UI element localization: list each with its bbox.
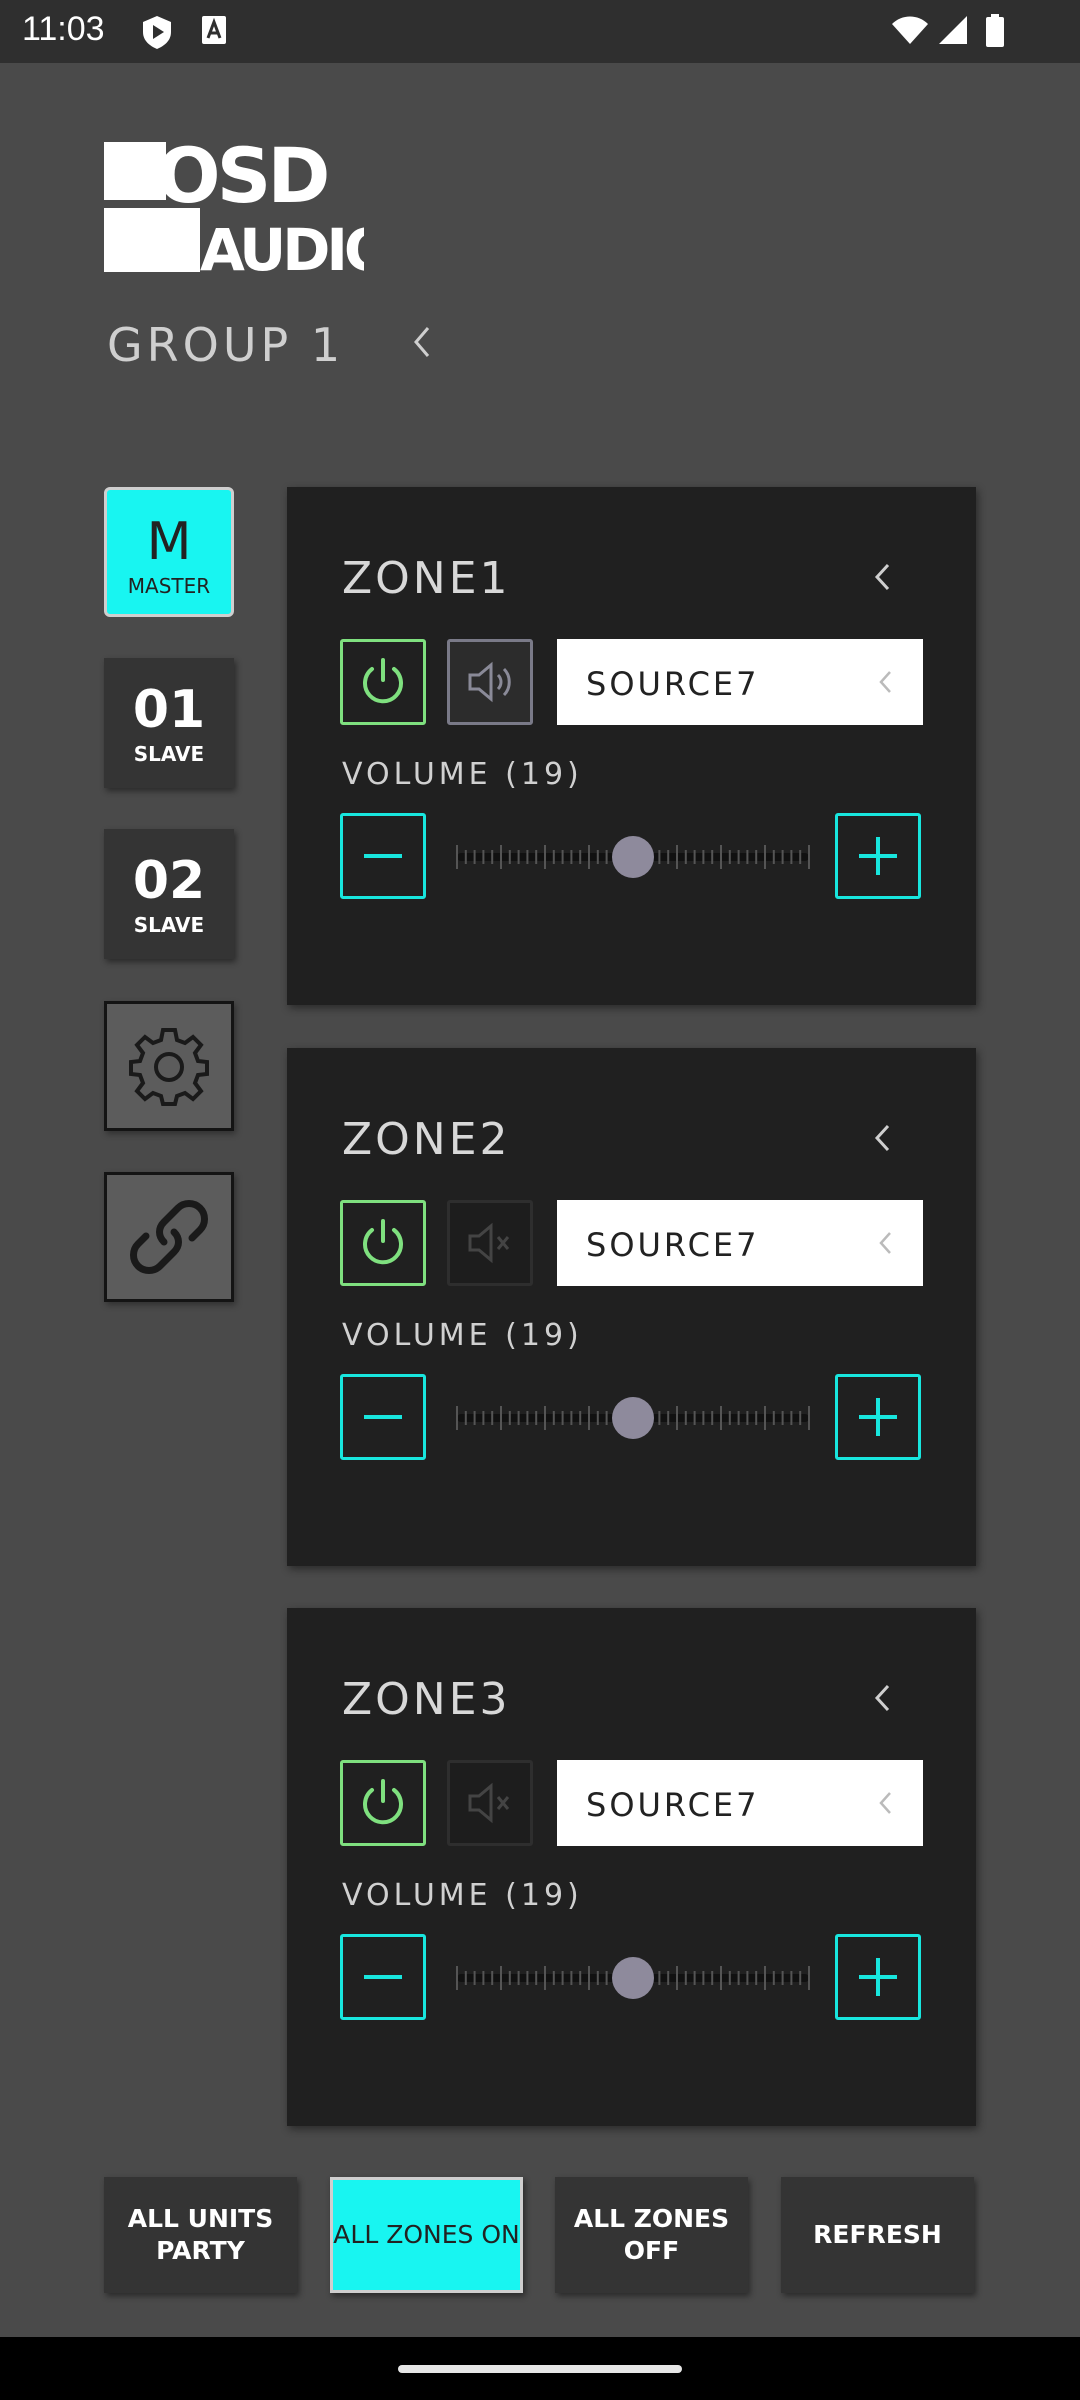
- refresh-button[interactable]: REFRESH: [781, 2177, 974, 2293]
- source-value: SOURCE7: [586, 1226, 760, 1264]
- source-select[interactable]: SOURCE7: [557, 1760, 923, 1846]
- play-protect-icon: [143, 16, 171, 49]
- wifi-icon: [892, 16, 928, 44]
- volume-label: VOLUME (19): [342, 757, 583, 792]
- plus-icon: [859, 1398, 897, 1436]
- all-zones-on-button[interactable]: ALL ZONES ON: [330, 2177, 523, 2293]
- gear-icon: [129, 1028, 209, 1106]
- minus-icon: [364, 1975, 402, 1979]
- power-icon: [363, 1219, 403, 1265]
- all-units-party-button[interactable]: ALL UNITS PARTY: [104, 2177, 297, 2293]
- master-label: MASTER: [127, 574, 211, 598]
- speaker-muted-icon: [468, 1782, 510, 1824]
- volume-label: VOLUME (19): [342, 1878, 583, 1913]
- slave-02-label: SLAVE: [133, 913, 205, 937]
- osd-audio-logo: OSD AUDIO: [104, 140, 364, 274]
- zone-chevron-icon[interactable]: [872, 1682, 892, 1714]
- power-icon: [363, 658, 403, 704]
- navigation-bar: [0, 2337, 1080, 2400]
- plus-icon: [859, 837, 897, 875]
- zone-name: ZONE3: [342, 1674, 511, 1725]
- speaker-muted-icon: [468, 1222, 510, 1264]
- all-zones-off-button[interactable]: ALL ZONES OFF: [555, 2177, 748, 2293]
- plus-icon: [859, 1958, 897, 1996]
- source-value: SOURCE7: [586, 1786, 760, 1824]
- slave-02-button[interactable]: 02 SLAVE: [104, 829, 234, 959]
- volume-up-button[interactable]: [835, 813, 921, 899]
- volume-label: VOLUME (19): [342, 1318, 583, 1353]
- volume-down-button[interactable]: [340, 1934, 426, 2020]
- status-bar: 11:03: [0, 0, 1080, 63]
- power-button[interactable]: [340, 1760, 426, 1846]
- zone-card-1: ZONE1 SOURCE7 VOLUME (19): [287, 487, 976, 1005]
- volume-down-button[interactable]: [340, 813, 426, 899]
- chevron-left-icon: [879, 1232, 891, 1254]
- zone-card-3: ZONE3 SOURCE7 VOLUME (19): [287, 1608, 976, 2126]
- home-gesture-handle[interactable]: [398, 2365, 682, 2373]
- volume-up-button[interactable]: [835, 1374, 921, 1460]
- volume-slider[interactable]: [451, 1388, 815, 1448]
- source-value: SOURCE7: [586, 665, 760, 703]
- power-button[interactable]: [340, 1200, 426, 1286]
- source-select[interactable]: SOURCE7: [557, 1200, 923, 1286]
- zone-chevron-icon[interactable]: [872, 1122, 892, 1154]
- link-button[interactable]: [104, 1172, 234, 1302]
- svg-text:AUDIO: AUDIO: [200, 216, 364, 274]
- speaker-toggle-button[interactable]: [447, 1760, 533, 1846]
- zone-card-2: ZONE2 SOURCE7 VOLUME (19): [287, 1048, 976, 1566]
- zone-chevron-icon[interactable]: [872, 561, 892, 593]
- slave-02-number: 02: [132, 851, 206, 911]
- signal-icon: [939, 16, 967, 44]
- link-icon: [130, 1200, 208, 1274]
- slider-thumb[interactable]: [612, 836, 654, 878]
- volume-down-button[interactable]: [340, 1374, 426, 1460]
- minus-icon: [364, 854, 402, 858]
- volume-up-button[interactable]: [835, 1934, 921, 2020]
- battery-icon: [986, 14, 1004, 47]
- speaker-toggle-button[interactable]: [447, 1200, 533, 1286]
- power-icon: [363, 1779, 403, 1825]
- speaker-toggle-button[interactable]: [447, 639, 533, 725]
- volume-slider[interactable]: [451, 1948, 815, 2008]
- zone-name: ZONE2: [342, 1114, 511, 1165]
- slider-thumb[interactable]: [612, 1397, 654, 1439]
- minus-icon: [364, 1415, 402, 1419]
- volume-slider[interactable]: [451, 827, 815, 887]
- chevron-left-icon: [879, 1792, 891, 1814]
- slave-01-number: 01: [132, 680, 206, 740]
- speaker-on-icon: [468, 661, 511, 703]
- settings-button[interactable]: [104, 1001, 234, 1131]
- chevron-left-icon: [879, 671, 891, 693]
- group-title: GROUP 1: [107, 318, 345, 372]
- slave-01-label: SLAVE: [133, 742, 205, 766]
- status-time: 11:03: [22, 10, 105, 48]
- power-button[interactable]: [340, 639, 426, 725]
- text-icon: [202, 16, 226, 44]
- source-select[interactable]: SOURCE7: [557, 639, 923, 725]
- svg-text:OSD: OSD: [156, 140, 327, 220]
- group-chevron-icon[interactable]: [410, 324, 432, 360]
- master-letter: M: [146, 512, 192, 572]
- slave-01-button[interactable]: 01 SLAVE: [104, 658, 234, 788]
- slider-thumb[interactable]: [612, 1957, 654, 1999]
- zone-name: ZONE1: [342, 553, 511, 604]
- master-unit-button[interactable]: M MASTER: [104, 487, 234, 617]
